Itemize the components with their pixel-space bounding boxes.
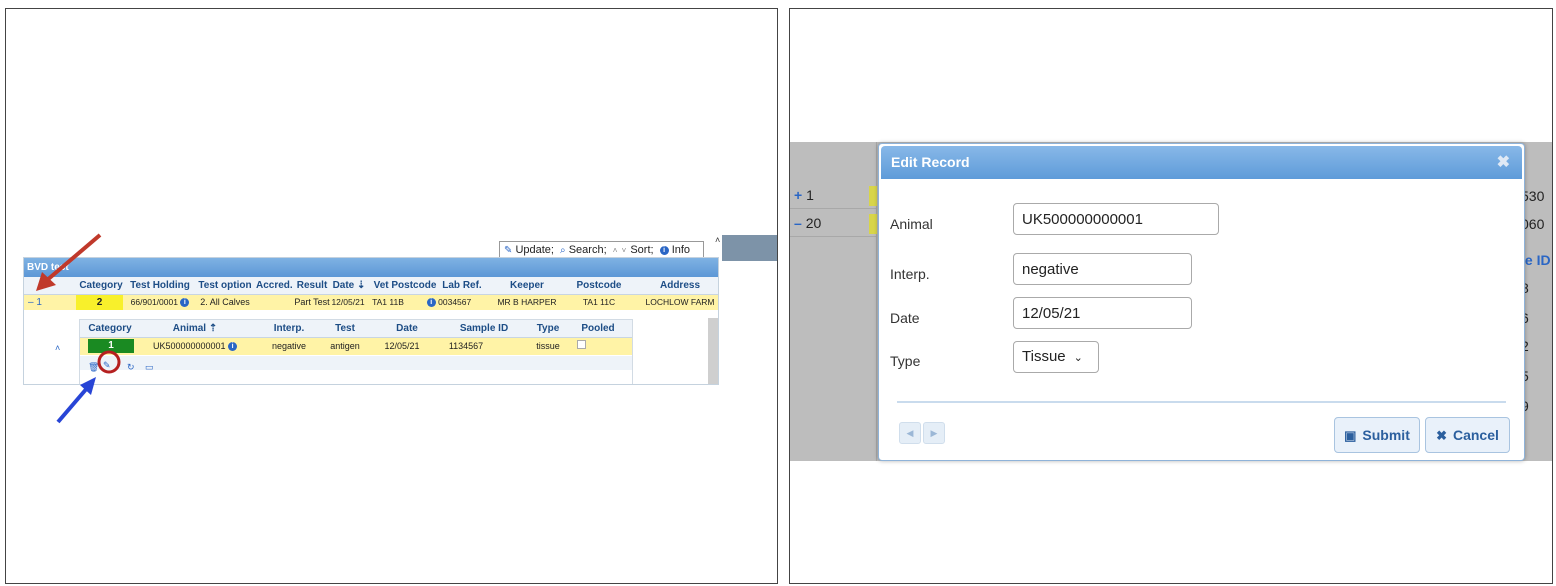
type-select[interactable]: Tissue ⌄ <box>1013 341 1099 373</box>
bg-row-20: – 20 <box>790 210 876 237</box>
dialog-title: Edit Record <box>891 154 970 170</box>
animal-input[interactable] <box>1013 203 1219 235</box>
prev-record-button[interactable]: ◀ <box>899 422 921 444</box>
chevron-down-icon: ⌄ <box>1073 352 1083 364</box>
date-label: Date <box>890 310 920 326</box>
edit-record-dialog: Edit Record ✖ Animal Interp. Date Type T… <box>878 143 1525 461</box>
cancel-button[interactable]: ✖ Cancel <box>1425 417 1510 453</box>
red-circle-annotation <box>97 350 121 374</box>
right-screenshot-panel: + 1 – 20 530 060 le ID 8 6 2 5 9 Edit Re… <box>789 8 1553 584</box>
animal-label: Animal <box>890 216 933 232</box>
dialog-title-bar: Edit Record ✖ <box>881 146 1522 179</box>
save-icon: ▣ <box>1344 428 1357 443</box>
cancel-icon: ✖ <box>1436 428 1447 443</box>
red-arrow-annotation <box>36 233 102 291</box>
submit-button[interactable]: ▣ Submit <box>1334 417 1420 453</box>
dialog-divider <box>897 401 1506 403</box>
close-icon[interactable]: ✖ <box>1497 146 1510 179</box>
interp-label: Interp. <box>890 266 930 282</box>
bg-row-1: + 1 <box>790 182 876 209</box>
interp-input[interactable] <box>1013 253 1192 285</box>
type-label: Type <box>890 353 921 369</box>
date-input[interactable] <box>1013 297 1192 329</box>
annotation-overlay <box>36 233 121 424</box>
next-record-button[interactable]: ▶ <box>923 422 945 444</box>
left-screenshot-panel: ✎ Update; ⌕ Search; ˄ ˅ Sort; i Info ˄ B… <box>5 8 778 584</box>
blue-arrow-annotation <box>56 377 96 424</box>
